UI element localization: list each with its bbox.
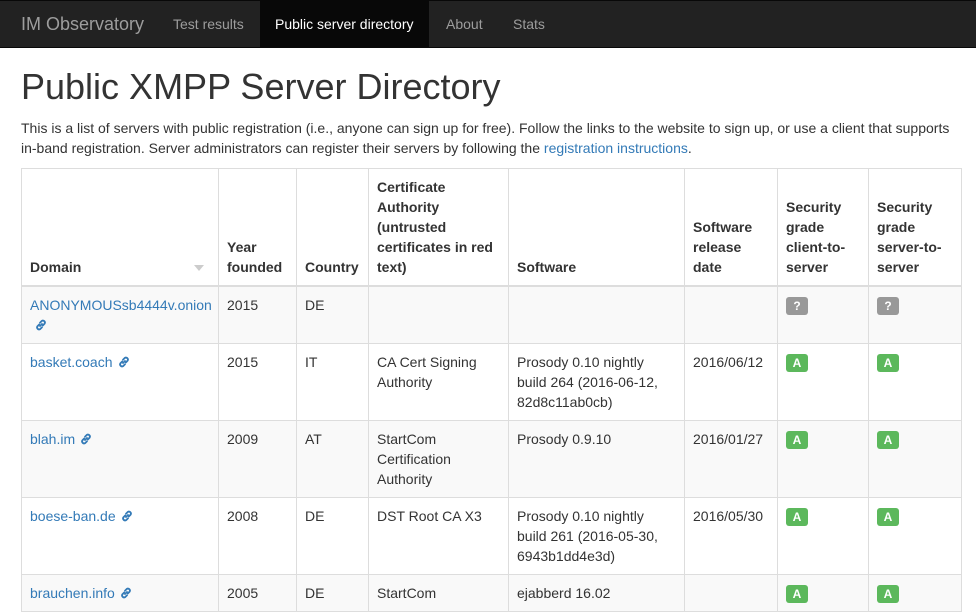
header-certificate-authority[interactable]: Certificate Authority (untrusted certifi… [368, 168, 509, 287]
sort-icon[interactable] [194, 265, 204, 271]
grade-badge[interactable]: A [877, 585, 899, 603]
cell-software-release-date: 2016/06/12 [684, 343, 778, 421]
cell-grade-c2s: A [777, 420, 869, 498]
cell-grade-s2s: A [868, 574, 962, 612]
domain-link[interactable]: brauchen.info [30, 585, 115, 601]
cell-software [508, 285, 685, 344]
cell-certificate-authority: CA Cert Signing Authority [368, 343, 509, 421]
header-country[interactable]: Country [296, 168, 369, 287]
cell-software-release-date [684, 285, 778, 344]
header-domain[interactable]: Domain [21, 168, 219, 287]
cell-grade-c2s: A [777, 497, 869, 575]
grade-badge[interactable]: A [786, 508, 808, 526]
domain-link[interactable]: blah.im [30, 431, 75, 447]
cell-certificate-authority: StartCom [368, 574, 509, 612]
intro-text: This is a list of servers with public re… [21, 120, 950, 156]
domain-link[interactable]: boese-ban.de [30, 508, 116, 524]
intro-end: . [687, 140, 692, 156]
grade-badge[interactable]: A [786, 431, 808, 449]
cell-software: Prosody 0.9.10 [508, 420, 685, 498]
server-table: Domain Year founded Country Certificate … [21, 168, 962, 612]
header-software-release-date[interactable]: Software release date [684, 168, 778, 287]
header-software[interactable]: Software [508, 168, 685, 287]
header-year-founded[interactable]: Year founded [218, 168, 297, 287]
link-icon[interactable] [117, 355, 131, 369]
cell-country: DE [296, 574, 369, 612]
cell-certificate-authority: StartCom Certification Authority [368, 420, 509, 498]
nav-about[interactable]: About [431, 1, 498, 47]
cell-domain: basket.coach [21, 343, 219, 421]
cell-certificate-authority [368, 285, 509, 344]
cell-software-release-date: 2016/01/27 [684, 420, 778, 498]
table-row: basket.coach 2015 IT CA Cert Signing Aut… [21, 343, 962, 421]
cell-country: DE [296, 497, 369, 575]
domain-link[interactable]: basket.coach [30, 354, 113, 370]
cell-country: DE [296, 285, 369, 344]
cell-year-founded: 2005 [218, 574, 297, 612]
cell-software: ejabberd 16.02 [508, 574, 685, 612]
table-header-row: Domain Year founded Country Certificate … [21, 168, 962, 287]
cell-software: Prosody 0.10 nightly build 264 (2016-06-… [508, 343, 685, 421]
table-row: blah.im 2009 AT StartCom Certification A… [21, 420, 962, 498]
brand-link[interactable]: IM Observatory [21, 1, 144, 47]
table-row: boese-ban.de 2008 DE DST Root CA X3 Pros… [21, 497, 962, 575]
cell-year-founded: 2008 [218, 497, 297, 575]
grade-badge[interactable]: A [877, 508, 899, 526]
nav-test-results[interactable]: Test results [158, 1, 259, 47]
cell-grade-s2s: A [868, 343, 962, 421]
domain-link[interactable]: ANONYMOUSsb4444v.onion [30, 297, 212, 313]
nav-public-server-directory[interactable]: Public server directory [260, 1, 429, 47]
cell-domain: brauchen.info [21, 574, 219, 612]
cell-year-founded: 2009 [218, 420, 297, 498]
header-security-grade-c2s[interactable]: Security grade client-to-server [777, 168, 869, 287]
page-title: Public XMPP Server Directory [21, 66, 501, 107]
link-icon[interactable] [34, 318, 48, 332]
cell-grade-c2s: ? [777, 285, 869, 344]
cell-grade-c2s: A [777, 574, 869, 612]
cell-domain: ANONYMOUSsb4444v.onion [21, 285, 219, 344]
cell-certificate-authority: DST Root CA X3 [368, 497, 509, 575]
grade-badge[interactable]: ? [786, 297, 808, 315]
cell-grade-s2s: A [868, 497, 962, 575]
link-icon[interactable] [120, 509, 134, 523]
cell-domain: boese-ban.de [21, 497, 219, 575]
cell-software-release-date: 2016/05/30 [684, 497, 778, 575]
cell-year-founded: 2015 [218, 285, 297, 344]
intro-paragraph: This is a list of servers with public re… [21, 118, 956, 158]
cell-country: IT [296, 343, 369, 421]
cell-country: AT [296, 420, 369, 498]
cell-grade-c2s: A [777, 343, 869, 421]
grade-badge[interactable]: A [877, 354, 899, 372]
cell-domain: blah.im [21, 420, 219, 498]
cell-grade-s2s: A [868, 420, 962, 498]
table-row: ANONYMOUSsb4444v.onion 2015 DE ? ? [21, 285, 962, 344]
grade-badge[interactable]: A [877, 431, 899, 449]
nav-stats[interactable]: Stats [498, 1, 560, 47]
grade-badge[interactable]: ? [877, 297, 899, 315]
grade-badge[interactable]: A [786, 585, 808, 603]
cell-grade-s2s: ? [868, 285, 962, 344]
cell-year-founded: 2015 [218, 343, 297, 421]
cell-software: Prosody 0.10 nightly build 261 (2016-05-… [508, 497, 685, 575]
link-icon[interactable] [79, 432, 93, 446]
registration-instructions-link[interactable]: registration instructions [544, 140, 688, 156]
header-security-grade-s2s[interactable]: Security grade server-to-server [868, 168, 962, 287]
table-row: brauchen.info 2005 DE StartCom ejabberd … [21, 574, 962, 612]
cell-software-release-date [684, 574, 778, 612]
grade-badge[interactable]: A [786, 354, 808, 372]
top-navbar: IM Observatory Test results Public serve… [0, 0, 976, 48]
